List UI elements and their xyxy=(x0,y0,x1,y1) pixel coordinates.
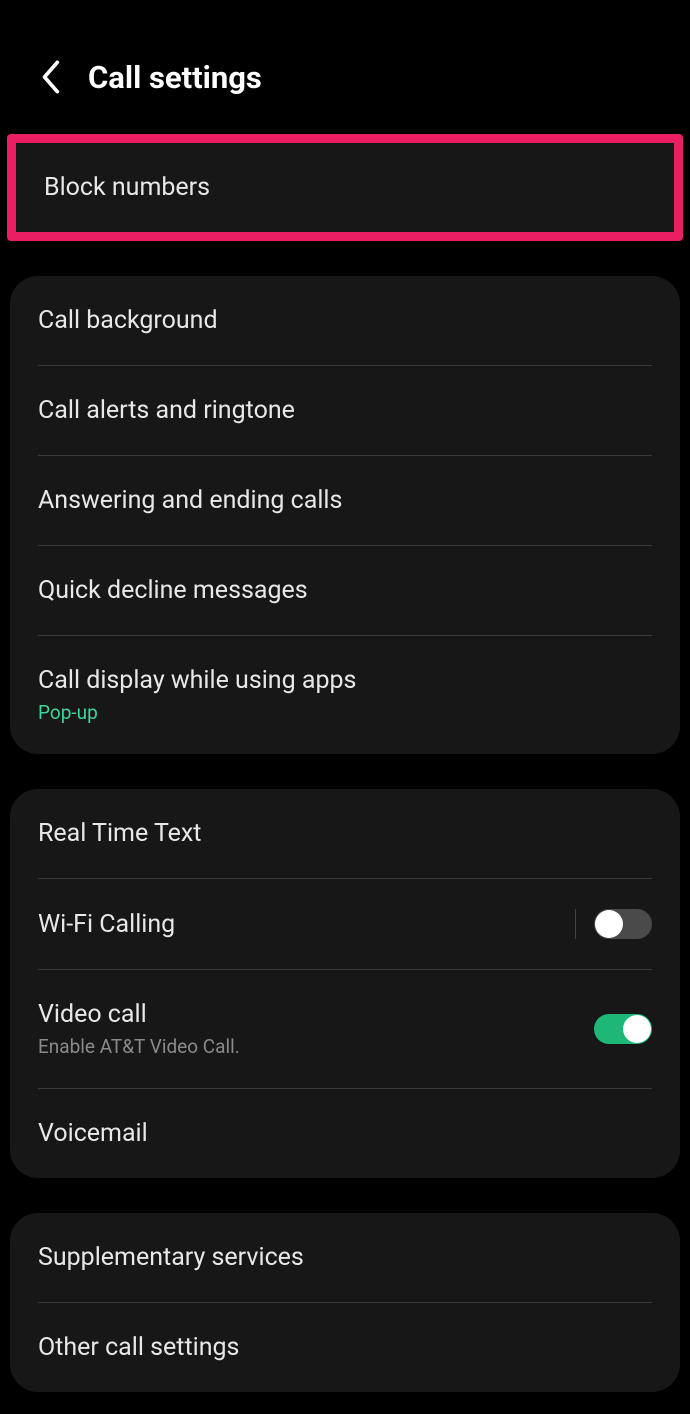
list-item-subtitle: Enable AT&T Video Call. xyxy=(38,1035,594,1058)
list-item[interactable]: Wi-Fi Calling xyxy=(10,879,680,969)
list-item-label: Other call settings xyxy=(38,1333,652,1362)
list-item[interactable]: Call display while using apps Pop-up xyxy=(10,636,680,754)
list-item[interactable]: Real Time Text xyxy=(10,789,680,878)
list-item[interactable]: Video call Enable AT&T Video Call. xyxy=(10,970,680,1088)
settings-group: Call background Call alerts and ringtone A… xyxy=(10,276,680,754)
list-item-label: Call background xyxy=(38,306,652,335)
list-item[interactable]: Quick decline messages xyxy=(10,546,680,635)
list-item-label: Block numbers xyxy=(44,173,210,202)
list-item-content: Call alerts and ringtone xyxy=(38,396,652,425)
list-item-content: Call display while using apps Pop-up xyxy=(38,666,652,724)
list-item-content: Call background xyxy=(38,306,652,335)
list-item-content: Wi-Fi Calling xyxy=(38,910,575,939)
list-item-block-numbers[interactable]: Block numbers xyxy=(16,143,674,232)
page-title: Call settings xyxy=(88,59,262,96)
list-item-content: Supplementary services xyxy=(38,1243,652,1272)
list-item[interactable]: Call alerts and ringtone xyxy=(10,366,680,455)
block-numbers-highlight: Block numbers xyxy=(7,134,683,241)
list-item[interactable]: Supplementary services xyxy=(10,1213,680,1302)
list-item-content: Other call settings xyxy=(38,1333,652,1362)
list-item-label: Video call xyxy=(38,1000,594,1029)
list-item[interactable]: Voicemail xyxy=(10,1089,680,1178)
list-item[interactable]: Call background xyxy=(10,276,680,365)
header: Call settings xyxy=(0,0,690,129)
list-item-content: Video call Enable AT&T Video Call. xyxy=(38,1000,594,1058)
toggle-switch[interactable] xyxy=(594,1014,652,1044)
toggle-switch[interactable] xyxy=(594,909,652,939)
toggle-knob xyxy=(623,1015,651,1043)
list-item[interactable]: Answering and ending calls xyxy=(10,456,680,545)
list-item[interactable]: Other call settings xyxy=(10,1303,680,1392)
list-item-label: Answering and ending calls xyxy=(38,486,652,515)
list-item-subtitle: Pop-up xyxy=(38,701,652,724)
list-item-label: Quick decline messages xyxy=(38,576,652,605)
list-item-label: Wi-Fi Calling xyxy=(38,910,575,939)
list-item-label: Voicemail xyxy=(38,1119,652,1148)
list-item-label: Supplementary services xyxy=(38,1243,652,1272)
vertical-divider xyxy=(575,909,576,939)
settings-group: Supplementary services Other call setting… xyxy=(10,1213,680,1392)
list-item-label: Call alerts and ringtone xyxy=(38,396,652,425)
list-item-content: Quick decline messages xyxy=(38,576,652,605)
chevron-left-icon xyxy=(39,58,61,96)
list-item-label: Real Time Text xyxy=(38,819,652,848)
list-item-content: Real Time Text xyxy=(38,819,652,848)
toggle-container xyxy=(575,909,652,939)
toggle-container xyxy=(594,1014,652,1044)
settings-group: Real Time Text Wi-Fi Calling Video call Ena… xyxy=(10,789,680,1178)
list-item-label: Call display while using apps xyxy=(38,666,652,695)
toggle-knob xyxy=(595,910,623,938)
list-item-content: Voicemail xyxy=(38,1119,652,1148)
back-button[interactable] xyxy=(28,55,72,99)
list-item-content: Answering and ending calls xyxy=(38,486,652,515)
